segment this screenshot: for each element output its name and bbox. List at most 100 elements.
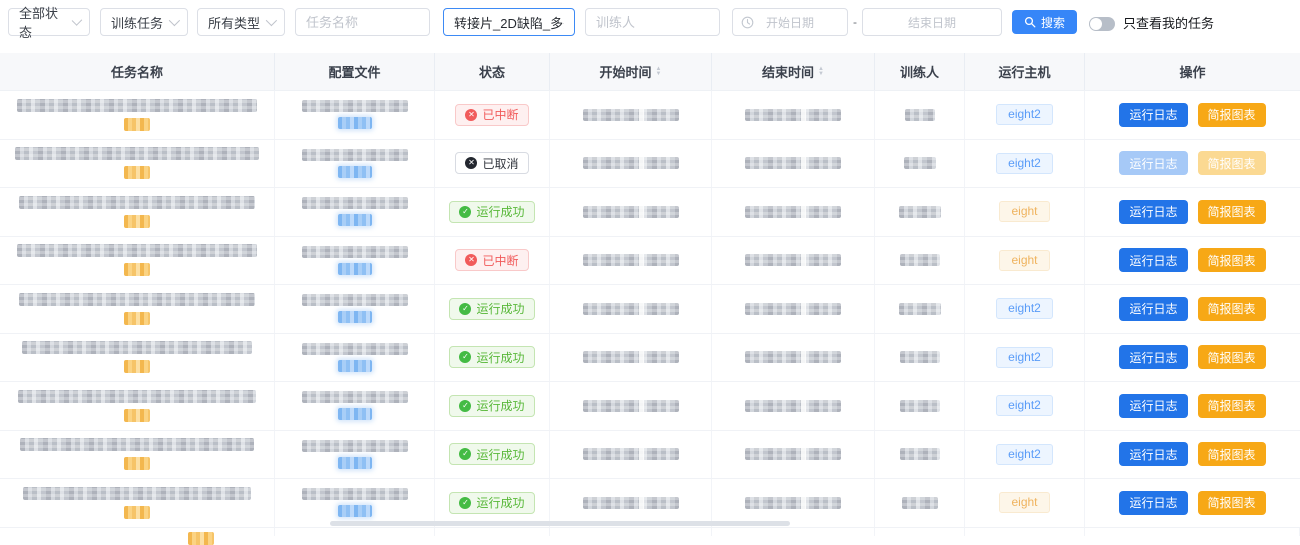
host-badge: eight: [999, 250, 1049, 271]
sort-icon[interactable]: ▲▼: [656, 67, 662, 77]
report-chart-button[interactable]: 简报图表: [1198, 442, 1266, 466]
trainer-cell: [875, 91, 965, 139]
trainer-redacted: [905, 109, 935, 121]
column-header-start-time[interactable]: 开始时间 ▲▼: [550, 53, 712, 90]
chevron-down-icon: [71, 15, 82, 26]
task-name-input[interactable]: [295, 8, 430, 36]
partial-cell: [875, 528, 965, 537]
config-file-redacted: [302, 100, 408, 112]
end-time-cell: [712, 188, 875, 236]
config-file-redacted: [302, 149, 408, 161]
task-name-redacted: [18, 390, 256, 403]
config-link-redacted[interactable]: [338, 166, 372, 178]
run-log-button[interactable]: 运行日志: [1119, 103, 1187, 127]
end-date-input[interactable]: 结束日期: [862, 8, 1002, 36]
status-badge: ✓ 运行成功: [449, 395, 534, 417]
start-time-redacted: [583, 206, 679, 218]
end-time-cell: [712, 237, 875, 285]
status-badge: ✓ 运行成功: [449, 443, 534, 465]
host-badge: eight2: [996, 153, 1053, 174]
host-badge: eight2: [996, 444, 1053, 465]
operations-cell: 运行日志 简报图表: [1085, 431, 1300, 479]
report-chart-button[interactable]: 简报图表: [1198, 345, 1266, 369]
category-filter-select[interactable]: 所有类型: [197, 8, 285, 36]
run-log-button[interactable]: 运行日志: [1119, 394, 1187, 418]
end-time-cell: [712, 431, 875, 479]
run-log-button[interactable]: 运行日志: [1119, 297, 1187, 321]
status-icon: ✕: [465, 109, 477, 121]
report-chart-button[interactable]: 简报图表: [1198, 248, 1266, 272]
task-tag-redacted: [188, 532, 214, 545]
task-name-redacted: [19, 196, 255, 209]
status-label: 已中断: [482, 252, 518, 269]
trainer-cell: [875, 431, 965, 479]
start-time-cell: [550, 188, 712, 236]
report-chart-button[interactable]: 简报图表: [1198, 394, 1266, 418]
config-file-redacted: [302, 246, 408, 258]
task-name-redacted: [17, 244, 257, 257]
config-link-redacted[interactable]: [338, 457, 372, 469]
run-log-button[interactable]: 运行日志: [1119, 151, 1187, 175]
status-filter-select[interactable]: 全部状态: [8, 8, 90, 36]
training-task-page: 全部状态 训练任务 所有类型 开始日期 - 结束日期: [0, 0, 1300, 526]
status-label: 运行成功: [476, 397, 524, 414]
config-link-redacted[interactable]: [338, 117, 372, 129]
status-cell: ✓ 运行成功: [435, 285, 550, 333]
task-name-cell: [0, 479, 275, 527]
status-icon: ✕: [465, 254, 477, 266]
config-file-redacted: [302, 197, 408, 209]
trainer-redacted: [900, 448, 940, 460]
status-icon: ✕: [465, 157, 477, 169]
report-chart-button[interactable]: 简报图表: [1198, 200, 1266, 224]
task-tag-redacted: [124, 118, 150, 131]
run-log-button[interactable]: 运行日志: [1119, 442, 1187, 466]
column-header-config-file: 配置文件: [275, 53, 435, 90]
horizontal-scrollbar-thumb[interactable]: [330, 521, 790, 526]
config-file-cell: [275, 334, 435, 382]
config-file-cell: [275, 140, 435, 188]
status-badge: ✕ 已中断: [455, 249, 528, 271]
report-chart-button[interactable]: 简报图表: [1198, 151, 1266, 175]
operations-cell: 运行日志 简报图表: [1085, 140, 1300, 188]
task-name-cell: [0, 188, 275, 236]
run-log-button[interactable]: 运行日志: [1119, 491, 1187, 515]
task-name-cell: [0, 334, 275, 382]
config-file-redacted: [302, 488, 408, 500]
column-header-end-time[interactable]: 结束时间 ▲▼: [712, 53, 875, 90]
run-log-button[interactable]: 运行日志: [1119, 345, 1187, 369]
my-tasks-toggle[interactable]: [1089, 17, 1115, 31]
search-button[interactable]: 搜索: [1012, 10, 1077, 34]
job-type-filter-select[interactable]: 训练任务: [100, 8, 188, 36]
model-search-input[interactable]: [443, 8, 575, 36]
config-link-redacted[interactable]: [338, 263, 372, 275]
config-link-redacted[interactable]: [338, 311, 372, 323]
operations-cell: 运行日志 简报图表: [1085, 334, 1300, 382]
trainer-input[interactable]: [585, 8, 720, 36]
column-header-trainer: 训练人: [875, 53, 965, 90]
report-chart-button[interactable]: 简报图表: [1198, 491, 1266, 515]
config-link-redacted[interactable]: [338, 505, 372, 517]
partial-cell: [712, 528, 875, 537]
operations-cell: 运行日志 简报图表: [1085, 382, 1300, 430]
status-icon: ✓: [459, 206, 471, 218]
sort-icon[interactable]: ▲▼: [818, 67, 824, 77]
host-badge: eight2: [996, 104, 1053, 125]
start-date-input[interactable]: 开始日期: [732, 8, 848, 36]
host-badge: eight2: [996, 395, 1053, 416]
report-chart-button[interactable]: 简报图表: [1198, 297, 1266, 321]
job-type-filter-value: 训练任务: [111, 13, 163, 32]
status-icon: ✓: [459, 351, 471, 363]
run-log-button[interactable]: 运行日志: [1119, 200, 1187, 224]
partial-cell: [435, 528, 550, 537]
trainer-redacted: [904, 157, 936, 169]
config-link-redacted[interactable]: [338, 408, 372, 420]
report-chart-button[interactable]: 简报图表: [1198, 103, 1266, 127]
status-label: 运行成功: [476, 300, 524, 317]
config-link-redacted[interactable]: [338, 214, 372, 226]
table-row-partial: [0, 528, 1300, 537]
config-file-redacted: [302, 440, 408, 452]
status-icon: ✓: [459, 303, 471, 315]
run-log-button[interactable]: 运行日志: [1119, 248, 1187, 272]
config-link-redacted[interactable]: [338, 360, 372, 372]
host-cell: eight2: [965, 334, 1085, 382]
